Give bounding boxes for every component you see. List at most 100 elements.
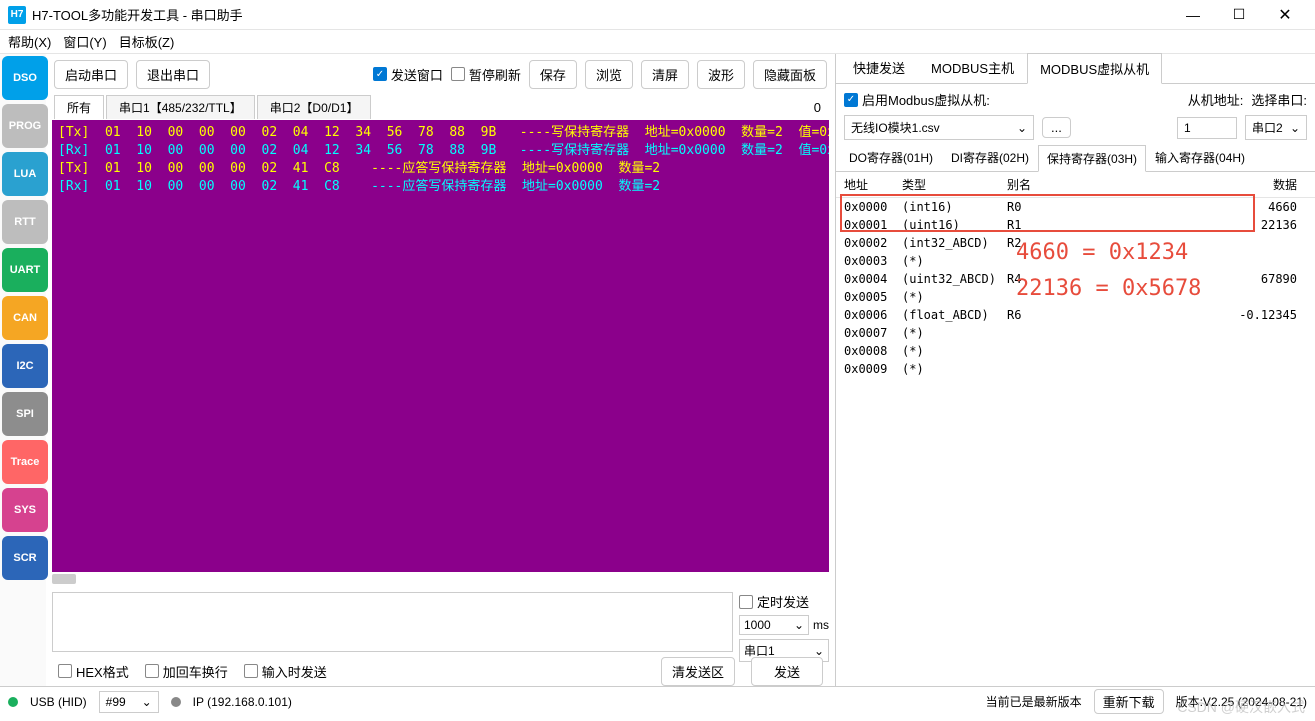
- cell-alias: R1: [1007, 218, 1047, 232]
- enable-modbus-checkbox[interactable]: ✓启用Modbus虚拟从机:: [844, 90, 990, 109]
- table-row[interactable]: 0x0000(int16)R04660: [836, 198, 1315, 216]
- tab-quick-send[interactable]: 快捷发送: [840, 52, 918, 83]
- table-row[interactable]: 0x0005(*): [836, 288, 1315, 306]
- tab-serial2[interactable]: 串口2【D0/D1】: [257, 95, 372, 119]
- tab-hold-reg[interactable]: 保持寄存器(03H): [1038, 145, 1146, 172]
- tab-modbus-slave[interactable]: MODBUS虚拟从机: [1027, 53, 1162, 84]
- device-num: #99: [106, 695, 126, 709]
- clear-button[interactable]: 清屏: [641, 60, 689, 89]
- table-row[interactable]: 0x0001(uint16)R122136: [836, 216, 1315, 234]
- cell-addr: 0x0006: [844, 308, 902, 322]
- cell-data: [1047, 362, 1307, 376]
- table-row[interactable]: 0x0003(*): [836, 252, 1315, 270]
- sidebar-item-trace[interactable]: Trace: [2, 440, 48, 484]
- interval-value: 1000: [744, 618, 771, 632]
- cell-data: 22136: [1047, 218, 1307, 232]
- modbus-port-select[interactable]: 串口2 ⌄: [1245, 115, 1307, 140]
- table-row[interactable]: 0x0007(*): [836, 324, 1315, 342]
- tab-input-reg[interactable]: 输入寄存器(04H): [1146, 144, 1254, 171]
- horizontal-scrollbar[interactable]: [52, 574, 829, 586]
- sidebar-item-prog[interactable]: PROG: [2, 104, 48, 148]
- timed-send-label: 定时发送: [757, 592, 809, 611]
- timed-send-checkbox[interactable]: 定时发送: [739, 592, 829, 611]
- redownload-button[interactable]: 重新下载: [1094, 689, 1164, 714]
- console-line: [Tx] 01 10 00 00 00 02 41 C8 ----应答写保持寄存…: [58, 160, 823, 178]
- send-window-label: 发送窗口: [391, 65, 443, 84]
- chevron-down-icon: ⌄: [142, 695, 152, 709]
- input-time-label: 输入时发送: [262, 662, 327, 681]
- start-serial-button[interactable]: 启动串口: [54, 60, 128, 89]
- sidebar-item-dso[interactable]: DSO: [2, 56, 48, 100]
- menu-help[interactable]: 帮助(X): [8, 32, 51, 51]
- slave-addr-input[interactable]: 1: [1177, 117, 1237, 139]
- sidebar-item-lua[interactable]: LUA: [2, 152, 48, 196]
- sidebar-item-can[interactable]: CAN: [2, 296, 48, 340]
- enable-modbus-label: 启用Modbus虚拟从机:: [862, 90, 990, 109]
- chevron-down-icon: ⌄: [1017, 121, 1027, 135]
- more-button[interactable]: ...: [1042, 117, 1071, 138]
- sidebar-item-i2c[interactable]: I2C: [2, 344, 48, 388]
- cell-addr: 0x0002: [844, 236, 902, 250]
- modbus-port-value: 串口2: [1252, 119, 1283, 136]
- window-title: H7-TOOL多功能开发工具 - 串口助手: [32, 5, 1171, 24]
- cell-alias: R2: [1007, 236, 1047, 250]
- tab-di-reg[interactable]: DI寄存器(02H): [942, 144, 1038, 171]
- sidebar-item-rtt[interactable]: RTT: [2, 200, 48, 244]
- send-textarea[interactable]: [52, 592, 733, 652]
- tab-all[interactable]: 所有: [54, 95, 104, 119]
- sidebar-item-sys[interactable]: SYS: [2, 488, 48, 532]
- cell-type: (*): [902, 344, 1007, 358]
- wave-button[interactable]: 波形: [697, 60, 745, 89]
- usb-status: USB (HID): [30, 695, 87, 709]
- minimize-button[interactable]: —: [1171, 1, 1215, 29]
- interval-select[interactable]: 1000⌄: [739, 615, 809, 635]
- ms-label: ms: [813, 618, 829, 632]
- cell-data: [1047, 236, 1307, 250]
- clear-send-button[interactable]: 清发送区: [661, 657, 735, 686]
- cell-type: (float_ABCD): [902, 308, 1007, 322]
- tab-modbus-master[interactable]: MODBUS主机: [918, 52, 1027, 83]
- profile-value: 无线IO模块1.csv: [851, 119, 940, 136]
- cell-type: (*): [902, 326, 1007, 340]
- send-button[interactable]: 发送: [751, 657, 823, 686]
- table-row[interactable]: 0x0009(*): [836, 360, 1315, 378]
- hex-label: HEX格式: [76, 662, 129, 681]
- console-line: [Tx] 01 10 00 00 00 02 04 12 34 56 78 88…: [58, 124, 823, 142]
- cell-addr: 0x0009: [844, 362, 902, 376]
- register-table: 地址 类型 别名 数据 0x0000(int16)R046600x0001(ui…: [836, 172, 1315, 686]
- device-num-select[interactable]: #99 ⌄: [99, 691, 159, 713]
- byte-counter: 0: [814, 100, 827, 115]
- input-time-checkbox[interactable]: 输入时发送: [244, 662, 327, 681]
- hex-checkbox[interactable]: HEX格式: [58, 662, 129, 681]
- exit-serial-button[interactable]: 退出串口: [136, 60, 210, 89]
- pause-refresh-checkbox[interactable]: 暂停刷新: [451, 65, 521, 84]
- sidebar-item-uart[interactable]: UART: [2, 248, 48, 292]
- cell-type: (*): [902, 290, 1007, 304]
- chevron-down-icon: ⌄: [1290, 121, 1300, 135]
- serial-panel: 启动串口 退出串口 ✓发送窗口 暂停刷新 保存 浏览 清屏 波形 隐藏面板 所有…: [46, 54, 836, 686]
- menu-target[interactable]: 目标板(Z): [119, 32, 175, 51]
- save-button[interactable]: 保存: [529, 60, 577, 89]
- profile-select[interactable]: 无线IO模块1.csv ⌄: [844, 115, 1034, 140]
- cr-checkbox[interactable]: 加回车换行: [145, 662, 228, 681]
- sidebar-item-spi[interactable]: SPI: [2, 392, 48, 436]
- menu-window[interactable]: 窗口(Y): [63, 32, 106, 51]
- browse-button[interactable]: 浏览: [585, 60, 633, 89]
- close-button[interactable]: ✕: [1263, 1, 1307, 29]
- console-output[interactable]: [Tx] 01 10 00 00 00 02 04 12 34 56 78 88…: [52, 120, 829, 572]
- table-row[interactable]: 0x0006(float_ABCD)R6-0.12345: [836, 306, 1315, 324]
- sidebar-item-scr[interactable]: SCR: [2, 536, 48, 580]
- table-row[interactable]: 0x0008(*): [836, 342, 1315, 360]
- usb-status-dot: [8, 697, 18, 707]
- cell-data: [1047, 254, 1307, 268]
- tab-serial1[interactable]: 串口1【485/232/TTL】: [106, 95, 255, 119]
- cell-type: (uint32_ABCD): [902, 272, 1007, 286]
- table-row[interactable]: 0x0004(uint32_ABCD)R467890: [836, 270, 1315, 288]
- send-window-checkbox[interactable]: ✓发送窗口: [373, 65, 443, 84]
- tab-do-reg[interactable]: DO寄存器(01H): [840, 144, 942, 171]
- hide-panel-button[interactable]: 隐藏面板: [753, 60, 827, 89]
- cell-addr: 0x0001: [844, 218, 902, 232]
- table-row[interactable]: 0x0002(int32_ABCD)R2: [836, 234, 1315, 252]
- maximize-button[interactable]: ☐: [1217, 1, 1261, 29]
- cell-addr: 0x0008: [844, 344, 902, 358]
